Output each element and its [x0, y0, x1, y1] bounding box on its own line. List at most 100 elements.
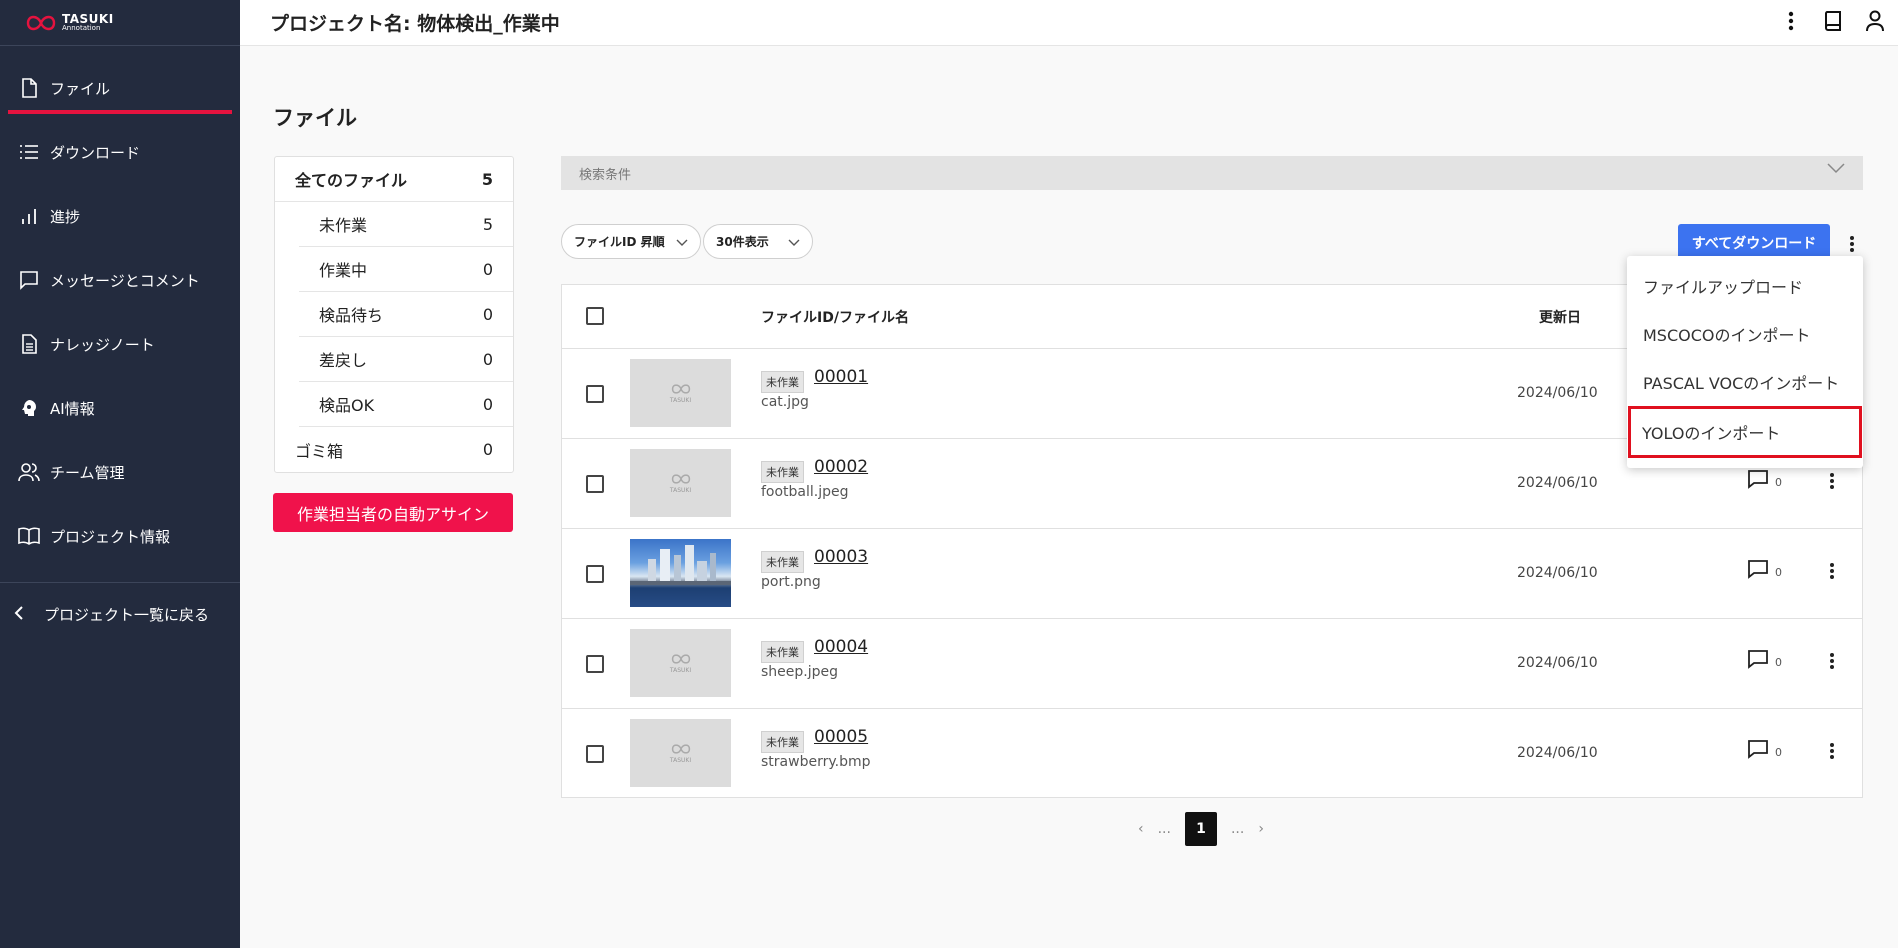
count-awaiting-review[interactable]: 検品待ち 0 — [299, 292, 513, 337]
thumbnail-image[interactable] — [630, 539, 731, 607]
page-size-select[interactable]: 30件表示 — [703, 224, 813, 259]
sidebar-nav: ファイル ダウンロード 進捗 メッセージとコメント ナレッジノート AI情報 チ… — [0, 46, 240, 568]
row-checkbox[interactable] — [586, 655, 604, 673]
updated-date: 2024/06/10 — [1517, 565, 1598, 581]
logo[interactable]: TASUKI Annotation — [0, 0, 240, 46]
comment-icon — [1748, 650, 1768, 669]
sort-select[interactable]: ファイルID 昇順 — [561, 224, 701, 259]
comment-icon — [1748, 740, 1768, 759]
list-icon — [18, 141, 40, 163]
table-row: TASUKI 未作業 00005 strawberry.bmp 2024/06/… — [562, 709, 1862, 799]
comments-button[interactable]: 0 — [1747, 649, 1782, 669]
sidebar-item-project-info[interactable]: プロジェクト情報 — [0, 504, 240, 568]
comments-button[interactable]: 0 — [1747, 739, 1782, 759]
count-returned[interactable]: 差戻し 0 — [299, 337, 513, 382]
team-icon — [18, 461, 40, 483]
updated-date: 2024/06/10 — [1517, 385, 1598, 401]
manual-book-icon[interactable] — [1820, 8, 1846, 34]
back-to-projects-link[interactable]: プロジェクト一覧に戻る — [14, 604, 209, 625]
sidebar-item-label: AI情報 — [50, 399, 95, 418]
status-badge: 未作業 — [761, 641, 804, 663]
file-name: port.png — [761, 574, 821, 590]
current-page-button[interactable]: 1 — [1184, 812, 1217, 846]
thumbnail-placeholder[interactable]: TASUKI — [630, 629, 731, 697]
file-id-link[interactable]: 00002 — [814, 457, 868, 477]
table-row: 未作業 00003 port.png 2024/06/10 0 — [562, 529, 1862, 619]
sidebar-item-label: プロジェクト情報 — [50, 527, 171, 546]
logo-subtitle: Annotation — [62, 24, 101, 32]
count-trash[interactable]: ゴミ箱 0 — [275, 427, 513, 472]
import-menu: ファイルアップロード MSCOCOのインポート PASCAL VOCのインポート… — [1627, 256, 1863, 468]
menu-item-yolo-import[interactable]: YOLOのインポート — [1628, 406, 1862, 458]
thumbnail-placeholder[interactable]: TASUKI — [630, 359, 731, 427]
comments-button[interactable]: 0 — [1747, 559, 1782, 579]
sidebar-divider — [0, 582, 240, 583]
count-review-ok[interactable]: 検品OK 0 — [299, 382, 513, 427]
comment-count: 0 — [1775, 476, 1782, 489]
page-title: ファイル — [273, 106, 357, 130]
more-vert-icon[interactable] — [1820, 649, 1844, 673]
ai-head-icon — [18, 397, 40, 419]
file-id-link[interactable]: 00001 — [814, 367, 868, 387]
status-badge: 未作業 — [761, 551, 804, 573]
menu-item-pascal-voc-import[interactable]: PASCAL VOCのインポート — [1627, 358, 1863, 406]
sidebar-item-label: 進捗 — [50, 207, 81, 226]
tasuki-logo-icon — [671, 474, 690, 484]
prev-page-button[interactable]: ‹ — [1138, 821, 1144, 837]
document-icon — [18, 333, 40, 355]
tasuki-logo-icon — [671, 384, 690, 394]
next-page-button[interactable]: › — [1258, 821, 1264, 837]
file-name: sheep.jpeg — [761, 664, 839, 680]
menu-item-mscoco-import[interactable]: MSCOCOのインポート — [1627, 310, 1863, 358]
sidebar-item-messages[interactable]: メッセージとコメント — [0, 248, 240, 312]
file-id-link[interactable]: 00004 — [814, 637, 868, 657]
thumbnail-placeholder[interactable]: TASUKI — [630, 449, 731, 517]
project-title: プロジェクト名: 物体検出_作業中 — [270, 13, 560, 35]
bar-chart-icon — [18, 205, 40, 227]
sidebar-item-download[interactable]: ダウンロード — [0, 120, 240, 184]
auto-assign-button[interactable]: 作業担当者の自動アサイン — [273, 493, 513, 532]
search-conditions-toggle[interactable]: 検索条件 — [561, 156, 1863, 190]
sidebar-item-knowledge[interactable]: ナレッジノート — [0, 312, 240, 376]
row-checkbox[interactable] — [586, 475, 604, 493]
more-vert-icon[interactable] — [1820, 469, 1844, 493]
row-checkbox[interactable] — [586, 745, 604, 763]
menu-item-file-upload[interactable]: ファイルアップロード — [1627, 262, 1863, 310]
comments-button[interactable]: 0 — [1747, 469, 1782, 489]
sidebar-item-ai-info[interactable]: AI情報 — [0, 376, 240, 440]
status-badge: 未作業 — [761, 461, 804, 483]
comment-count: 0 — [1775, 656, 1782, 669]
tasuki-logo-icon — [671, 654, 690, 664]
tasuki-logo-icon — [26, 15, 56, 30]
count-not-started[interactable]: 未作業 5 — [299, 202, 513, 247]
row-checkbox[interactable] — [586, 565, 604, 583]
sidebar: TASUKI Annotation ファイル ダウンロード 進捗 メッセージとコ… — [0, 0, 240, 948]
top-header: プロジェクト名: 物体検出_作業中 — [240, 0, 1898, 46]
sidebar-item-progress[interactable]: 進捗 — [0, 184, 240, 248]
file-name: football.jpeg — [761, 484, 849, 500]
select-all-checkbox[interactable] — [586, 307, 604, 325]
updated-date: 2024/06/10 — [1517, 655, 1598, 671]
more-vert-icon[interactable] — [1778, 8, 1804, 34]
file-status-counts: 全てのファイル 5 未作業 5 作業中 0 検品待ち 0 差戻し 0 検品OK 0 ゴミ箱 0 — [274, 156, 514, 473]
count-all-files[interactable]: 全てのファイル 5 — [275, 157, 513, 202]
more-vert-icon[interactable] — [1840, 232, 1864, 256]
user-icon[interactable] — [1862, 8, 1888, 34]
more-vert-icon[interactable] — [1820, 559, 1844, 583]
chevron-left-icon — [14, 605, 30, 625]
sidebar-item-label: メッセージとコメント — [50, 271, 200, 290]
comment-icon — [1748, 470, 1768, 489]
file-id-link[interactable]: 00005 — [814, 727, 868, 747]
sidebar-item-team[interactable]: チーム管理 — [0, 440, 240, 504]
more-vert-icon[interactable] — [1820, 739, 1844, 763]
comment-count: 0 — [1775, 566, 1782, 579]
thumbnail-placeholder[interactable]: TASUKI — [630, 719, 731, 787]
row-checkbox[interactable] — [586, 385, 604, 403]
count-in-progress[interactable]: 作業中 0 — [299, 247, 513, 292]
sidebar-item-files[interactable]: ファイル — [0, 56, 240, 120]
search-conditions-label: 検索条件 — [579, 167, 632, 183]
updated-date: 2024/06/10 — [1517, 745, 1598, 761]
tasuki-logo-icon — [671, 744, 690, 754]
file-id-link[interactable]: 00003 — [814, 547, 868, 567]
comment-count: 0 — [1775, 746, 1782, 759]
